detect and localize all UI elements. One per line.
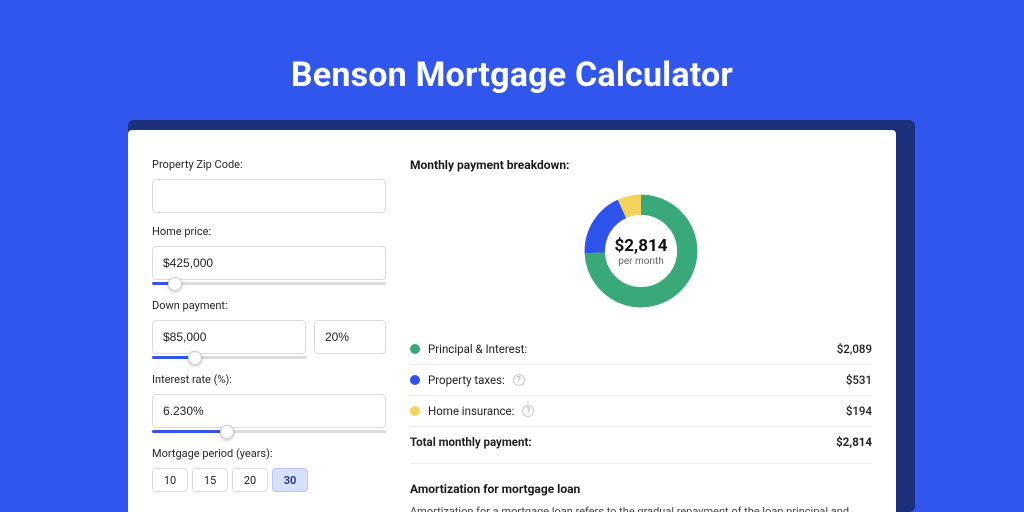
down-payment-pct-input[interactable]: [314, 320, 386, 354]
donut-amount: $2,814: [615, 236, 668, 256]
dot-icon: [410, 406, 420, 416]
input-panel: Property Zip Code: Home price: Down paym…: [152, 158, 386, 512]
interest-rate-input[interactable]: [152, 394, 386, 428]
page-title: Benson Mortgage Calculator: [0, 0, 1024, 95]
breakdown-panel: Monthly payment breakdown: $2,814 per mo…: [410, 158, 872, 512]
period-20-button[interactable]: 20: [232, 468, 268, 492]
zip-label: Property Zip Code:: [152, 158, 386, 171]
legend-label: Property taxes:: [428, 373, 505, 387]
legend-row-insurance: Home insurance: ? $194: [410, 395, 872, 426]
legend-row-total: Total monthly payment: $2,814: [410, 426, 872, 457]
legend-value: $531: [846, 373, 872, 387]
period-label: Mortgage period (years):: [152, 447, 386, 460]
legend-value: $194: [846, 404, 872, 418]
interest-rate-slider[interactable]: [152, 430, 386, 433]
down-payment-label: Down payment:: [152, 299, 386, 312]
legend-label: Principal & Interest:: [428, 342, 527, 356]
info-icon[interactable]: ?: [513, 374, 525, 386]
home-price-label: Home price:: [152, 225, 386, 238]
legend: Principal & Interest: $2,089 Property ta…: [410, 334, 872, 457]
breakdown-title: Monthly payment breakdown:: [410, 158, 872, 172]
legend-value: $2,089: [837, 342, 872, 356]
home-price-slider[interactable]: [152, 282, 386, 285]
legend-row-principal: Principal & Interest: $2,089: [410, 334, 872, 364]
legend-row-taxes: Property taxes: ? $531: [410, 364, 872, 395]
dot-icon: [410, 344, 420, 354]
donut-sublabel: per month: [618, 256, 664, 267]
legend-total-label: Total monthly payment:: [410, 435, 532, 449]
legend-total-value: $2,814: [836, 435, 872, 449]
legend-label: Home insurance:: [428, 404, 514, 418]
down-payment-input[interactable]: [152, 320, 306, 354]
payment-donut-chart: $2,814 per month: [580, 190, 702, 312]
period-10-button[interactable]: 10: [152, 468, 188, 492]
period-buttons: 10 15 20 30: [152, 468, 386, 492]
home-price-input[interactable]: [152, 246, 386, 280]
interest-rate-label: Interest rate (%):: [152, 373, 386, 386]
info-icon[interactable]: ?: [522, 405, 534, 417]
down-payment-slider[interactable]: [152, 356, 307, 359]
period-30-button[interactable]: 30: [272, 468, 308, 492]
dot-icon: [410, 375, 420, 385]
calculator-card: Property Zip Code: Home price: Down paym…: [128, 130, 896, 512]
zip-input[interactable]: [152, 179, 386, 213]
amortization-title: Amortization for mortgage loan: [410, 463, 872, 504]
period-15-button[interactable]: 15: [192, 468, 228, 492]
amortization-body: Amortization for a mortgage loan refers …: [410, 504, 872, 512]
